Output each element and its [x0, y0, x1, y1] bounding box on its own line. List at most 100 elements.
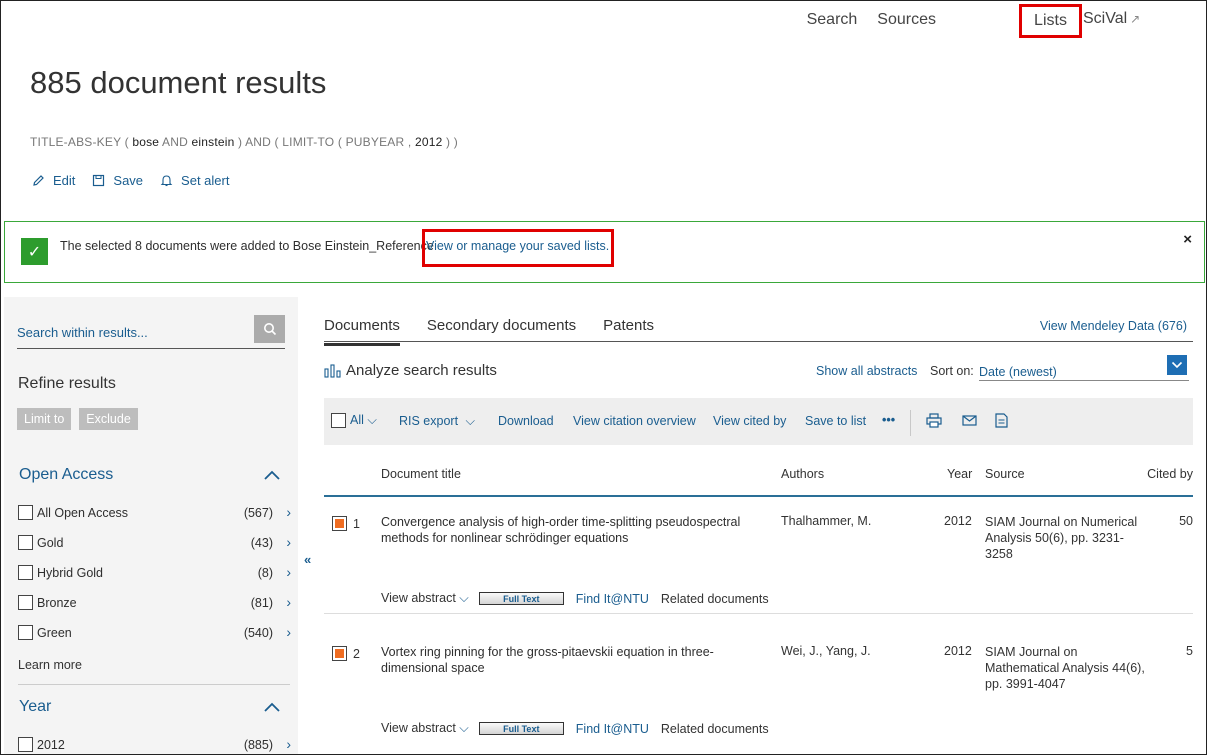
chevron-right-icon[interactable]: › — [286, 534, 291, 550]
learn-more-link[interactable]: Learn more — [18, 658, 82, 672]
search-button[interactable] — [254, 315, 285, 343]
nav-lists-highlighted[interactable]: Lists — [1019, 4, 1082, 38]
column-source[interactable]: Source — [985, 467, 1025, 481]
ris-export-button[interactable]: RIS export ⌵ — [399, 414, 475, 429]
find-it-link[interactable]: Find It@NTU — [576, 722, 649, 736]
pdf-icon[interactable] — [995, 413, 1008, 428]
page-frame: Search Sources Lists SciVal ↗ 885 documen… — [0, 0, 1207, 755]
save-button[interactable]: Save — [91, 173, 143, 188]
nav-lists[interactable]: Lists — [1034, 12, 1067, 30]
chevron-right-icon[interactable]: › — [286, 736, 291, 752]
find-it-link[interactable]: Find It@NTU — [576, 592, 649, 606]
mendeley-data-link[interactable]: View Mendeley Data (676) — [1040, 319, 1187, 333]
search-within-placeholder: Search within results... — [17, 325, 148, 340]
facet-label: 2012 — [37, 738, 65, 752]
document-title-link[interactable]: Convergence analysis of high-order time-… — [381, 514, 756, 546]
exclude-button[interactable]: Exclude — [79, 408, 138, 430]
facet-label: Green — [37, 626, 72, 640]
year-value: 2012 — [944, 644, 972, 658]
facet-label: Hybrid Gold — [37, 566, 103, 580]
checkmark-icon: ✓ — [21, 238, 48, 265]
bell-icon — [159, 174, 173, 188]
limit-to-button[interactable]: Limit to — [17, 408, 72, 430]
checkbox[interactable] — [18, 737, 33, 752]
row-number: 1 — [353, 517, 360, 531]
full-text-button[interactable]: Full Text — [478, 592, 564, 605]
table-row: 2 Vortex ring pinning for the gross-pita… — [324, 627, 1193, 754]
chevron-up-icon[interactable] — [262, 468, 282, 482]
related-documents-link[interactable]: Related documents — [661, 722, 769, 736]
dropdown-button[interactable] — [1167, 355, 1187, 375]
query-part: ) ) — [442, 135, 458, 149]
nav-sources[interactable]: Sources — [877, 11, 936, 29]
select-all-dropdown[interactable]: All ⌵ — [350, 413, 377, 428]
column-authors[interactable]: Authors — [781, 467, 824, 481]
print-icon[interactable] — [926, 413, 942, 428]
chevron-right-icon[interactable]: › — [286, 624, 291, 640]
page-title: 885 document results — [30, 65, 327, 100]
authors-link[interactable]: Wei, J., Yang, J. — [781, 644, 871, 658]
save-to-list-button[interactable]: Save to list — [805, 414, 866, 428]
chevron-up-icon[interactable] — [262, 700, 282, 714]
facet-bronze[interactable]: Bronze (81) › — [18, 593, 293, 613]
query-term: einstein — [191, 135, 235, 149]
column-document-title[interactable]: Document title — [381, 467, 461, 481]
view-abstract-toggle[interactable]: View abstract ⌵ — [381, 721, 469, 736]
facet-all-open-access[interactable]: All Open Access (567) › — [18, 503, 293, 523]
cited-by-count[interactable]: 50 — [1179, 514, 1193, 528]
document-title-link[interactable]: Vortex ring pinning for the gross-pitaev… — [381, 644, 756, 676]
view-cited-by-button[interactable]: View cited by — [713, 414, 786, 428]
nav-scival-label: SciVal — [1083, 10, 1128, 27]
full-text-button[interactable]: Full Text — [478, 722, 564, 735]
facet-gold[interactable]: Gold (43) › — [18, 533, 293, 553]
related-documents-link[interactable]: Related documents — [661, 592, 769, 606]
cited-by-count[interactable]: 5 — [1186, 644, 1193, 658]
column-cited-by[interactable]: Cited by — [1147, 467, 1193, 481]
download-button[interactable]: Download — [498, 414, 554, 428]
row-actions: View abstract ⌵ Full Text Find It@NTU Re… — [381, 591, 769, 606]
set-alert-button[interactable]: Set alert — [159, 173, 229, 188]
chevron-right-icon[interactable]: › — [286, 564, 291, 580]
chevron-right-icon[interactable]: › — [286, 594, 291, 610]
row-checkbox[interactable] — [332, 646, 347, 661]
checkbox[interactable] — [18, 535, 33, 550]
edit-button[interactable]: Edit — [31, 173, 75, 188]
collapse-sidebar-icon[interactable]: « — [304, 552, 311, 567]
checkbox[interactable] — [18, 595, 33, 610]
facet-hybrid-gold[interactable]: Hybrid Gold (8) › — [18, 563, 293, 583]
analyze-results-button[interactable]: Analyze search results — [324, 362, 497, 379]
checkbox[interactable] — [18, 565, 33, 580]
close-icon[interactable]: × — [1183, 231, 1192, 248]
source-link[interactable]: SIAM Journal on Numerical Analysis 50(6)… — [985, 514, 1145, 562]
open-access-heading[interactable]: Open Access — [19, 466, 113, 484]
facet-count: (81) — [250, 596, 273, 610]
chevron-right-icon[interactable]: › — [286, 504, 291, 520]
checkbox[interactable] — [18, 505, 33, 520]
view-abstract-toggle[interactable]: View abstract ⌵ — [381, 591, 469, 606]
external-link-icon: ↗ — [1130, 12, 1141, 26]
save-label: Save — [113, 173, 144, 188]
manage-lists-link[interactable]: View or manage your saved lists. — [426, 239, 609, 253]
search-within-input[interactable]: Search within results... — [17, 315, 285, 349]
select-all-checkbox[interactable] — [331, 413, 346, 428]
source-link[interactable]: SIAM Journal on Mathematical Analysis 44… — [985, 644, 1145, 692]
column-year[interactable]: Year — [947, 467, 972, 481]
authors-link[interactable]: Thalhammer, M. — [781, 514, 871, 528]
view-citation-overview-button[interactable]: View citation overview — [573, 414, 696, 428]
nav-scival[interactable]: SciVal ↗ — [1083, 10, 1140, 28]
facet-green[interactable]: Green (540) › — [18, 623, 293, 643]
view-abstract-label: View abstract — [381, 591, 456, 605]
year-heading[interactable]: Year — [19, 698, 51, 716]
email-icon[interactable] — [962, 415, 977, 426]
row-checkbox[interactable] — [332, 516, 347, 531]
more-options-icon[interactable]: ••• — [882, 413, 895, 427]
analyze-label: Analyze search results — [346, 362, 497, 379]
search-query: TITLE-ABS-KEY ( bose AND einstein ) AND … — [30, 135, 458, 149]
sort-select[interactable]: Date (newest) — [979, 355, 1189, 381]
set-alert-label: Set alert — [181, 173, 230, 188]
show-all-abstracts-link[interactable]: Show all abstracts — [816, 364, 917, 378]
bar-chart-icon — [324, 363, 341, 378]
checkbox[interactable] — [18, 625, 33, 640]
facet-year-2012[interactable]: 2012 (885) › — [18, 735, 293, 754]
nav-search[interactable]: Search — [807, 11, 858, 29]
